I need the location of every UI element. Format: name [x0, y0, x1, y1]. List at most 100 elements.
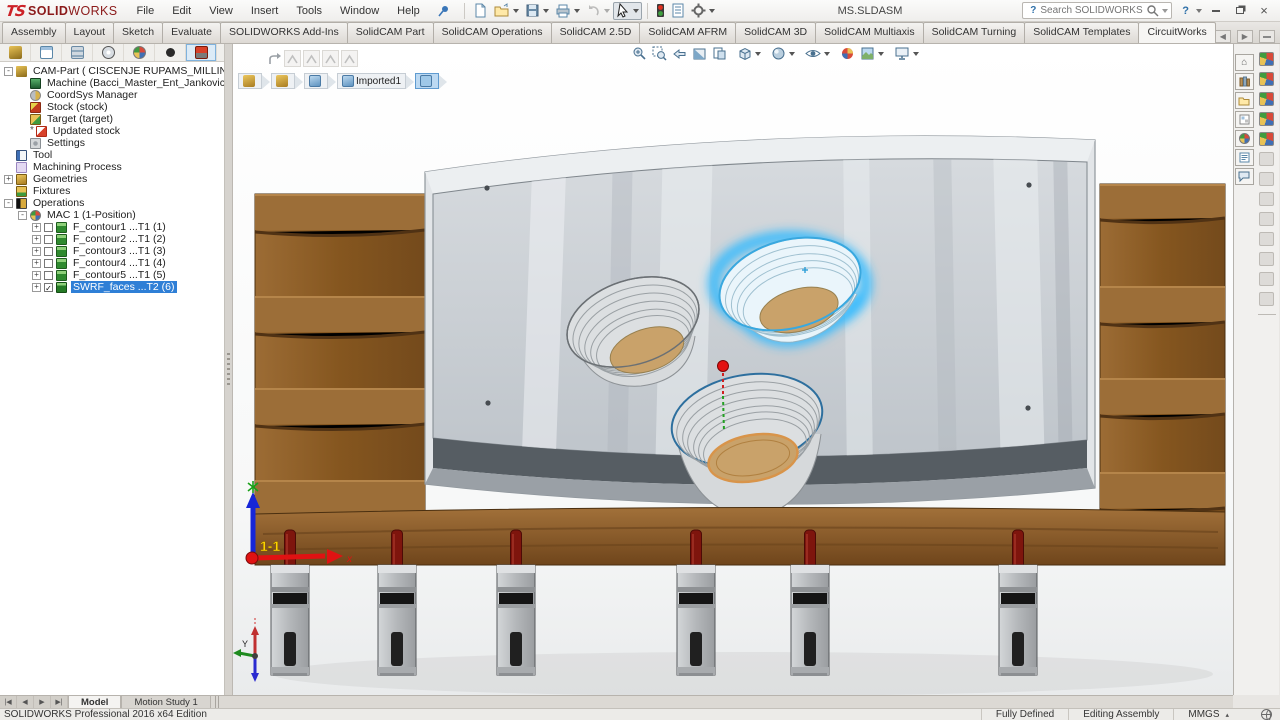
minimize-button[interactable] — [1206, 3, 1226, 19]
operation-checkbox[interactable] — [44, 223, 53, 232]
print-button[interactable] — [552, 2, 583, 20]
tree-item-geometries[interactable]: +Geometries — [0, 173, 224, 185]
expand-toggle-icon[interactable]: + — [32, 247, 41, 256]
menu-help[interactable]: Help — [388, 2, 429, 20]
close-button[interactable]: × — [1254, 3, 1274, 19]
save-button[interactable] — [522, 2, 552, 20]
restore-button[interactable] — [1230, 3, 1250, 19]
hide-show-items-button[interactable] — [803, 45, 832, 62]
doc-minimize-button[interactable] — [1259, 30, 1275, 43]
breadcrumb-item-2[interactable] — [271, 73, 295, 89]
globe-icon[interactable] — [1261, 709, 1272, 720]
open-document-button[interactable] — [491, 2, 522, 20]
report-button[interactable] — [668, 2, 688, 20]
tree-item-fixtures[interactable]: Fixtures — [0, 185, 224, 197]
pane-left-icon[interactable]: ◀ — [1215, 30, 1231, 43]
tab-configuration-manager[interactable] — [62, 44, 93, 61]
operation-checkbox[interactable] — [44, 259, 53, 268]
tree-item-machine-bacci-master-ent-jankovic[interactable]: Machine (Bacci_Master_Ent_Jankovic) — [0, 77, 224, 89]
expand-toggle-icon[interactable]: - — [4, 67, 13, 76]
solidcam-tool-icon[interactable] — [1259, 72, 1274, 86]
breadcrumb-item-5[interactable] — [415, 73, 439, 89]
forum-tab[interactable] — [1235, 168, 1254, 185]
menu-window[interactable]: Window — [331, 2, 388, 20]
search-box[interactable]: ? — [1022, 2, 1172, 19]
tree-item-coordsys-manager[interactable]: CoordSys Manager — [0, 89, 224, 101]
operation-checkbox[interactable] — [44, 247, 53, 256]
display-style-button[interactable] — [769, 45, 797, 62]
solidworks-resources-tab[interactable]: ⌂ — [1235, 54, 1254, 71]
tree-item-swrf-faces-t2-6[interactable]: +✓SWRF_faces ...T2 (6) — [0, 281, 224, 293]
ribbon-tab-solidcam-templates[interactable]: SolidCAM Templates — [1024, 22, 1139, 43]
zoom-area-button[interactable] — [650, 45, 669, 62]
expand-toggle-icon[interactable]: + — [32, 259, 41, 268]
select-tool-button[interactable] — [613, 2, 642, 20]
expand-toggle-icon[interactable]: + — [32, 271, 41, 280]
ribbon-tab-solidcam-turning[interactable]: SolidCAM Turning — [923, 22, 1026, 43]
ribbon-tab-solidcam-2-5d[interactable]: SolidCAM 2.5D — [551, 22, 641, 43]
menu-file[interactable]: File — [127, 2, 163, 20]
apply-scene-button[interactable] — [858, 45, 886, 62]
help-button[interactable]: ? — [1182, 5, 1189, 17]
tree-item-mac-1-1-position[interactable]: -MAC 1 (1-Position) — [0, 209, 224, 221]
zoom-fit-button[interactable] — [630, 45, 649, 62]
model-tab-model[interactable]: Model — [68, 696, 121, 708]
nav-first-button[interactable]: |◀ — [0, 696, 17, 708]
edit-appearance-button[interactable] — [838, 45, 857, 62]
ribbon-tab-solidcam-multiaxis[interactable]: SolidCAM Multiaxis — [815, 22, 923, 43]
undo-button[interactable] — [583, 2, 613, 20]
nav-last-button[interactable]: ▶| — [51, 696, 68, 708]
ribbon-tab-assembly[interactable]: Assembly — [2, 22, 66, 43]
file-explorer-tab[interactable] — [1235, 92, 1254, 109]
ribbon-tab-solidcam-operations[interactable]: SolidCAM Operations — [433, 22, 552, 43]
tree-item-f-contour1-t1-1[interactable]: +F_contour1 ...T1 (1) — [0, 221, 224, 233]
tree-item-stock-stock[interactable]: Stock (stock) — [0, 101, 224, 113]
tree-item-f-contour3-t1-3[interactable]: +F_contour3 ...T1 (3) — [0, 245, 224, 257]
ribbon-tab-layout[interactable]: Layout — [65, 22, 115, 43]
ribbon-tab-solidworks-add-ins[interactable]: SOLIDWORKS Add-Ins — [220, 22, 348, 43]
tab-solidcam-manager[interactable] — [186, 44, 217, 61]
operation-checkbox[interactable] — [44, 271, 53, 280]
operation-checkbox[interactable]: ✓ — [44, 283, 53, 292]
ribbon-tab-circuitworks[interactable]: CircuitWorks — [1138, 22, 1215, 43]
disabled-tool-button-4[interactable] — [341, 50, 358, 67]
menu-edit[interactable]: Edit — [163, 2, 200, 20]
panel-splitter[interactable] — [225, 44, 233, 695]
disabled-tool-button-2[interactable] — [303, 50, 320, 67]
breadcrumb-item-1[interactable] — [238, 73, 262, 89]
expand-toggle-icon[interactable]: + — [32, 283, 41, 292]
menu-insert[interactable]: Insert — [242, 2, 288, 20]
search-icon[interactable] — [1146, 4, 1159, 17]
operation-checkbox[interactable] — [44, 235, 53, 244]
previous-view-button[interactable] — [670, 45, 689, 62]
disabled-tool-button-3[interactable] — [322, 50, 339, 67]
model-tab-motion-study-1[interactable]: Motion Study 1 — [121, 696, 210, 708]
ribbon-tab-sketch[interactable]: Sketch — [113, 22, 163, 43]
tab-ceg[interactable] — [155, 44, 186, 61]
options-button[interactable] — [688, 2, 718, 20]
ribbon-tab-solidcam-afrm[interactable]: SolidCAM AFRM — [639, 22, 736, 43]
tree-item-updated-stock[interactable]: *Updated stock — [0, 125, 224, 137]
search-input[interactable] — [1040, 5, 1146, 16]
expand-toggle-icon[interactable]: - — [4, 199, 13, 208]
disabled-tool-button-1[interactable] — [284, 50, 301, 67]
interference-stoplight-button[interactable] — [653, 2, 668, 20]
expand-toggle-icon[interactable]: - — [18, 211, 27, 220]
design-library-tab[interactable] — [1235, 73, 1254, 90]
tree-item-settings[interactable]: Settings — [0, 137, 224, 149]
tree-item-cam-part-ciscenje-rupams-milling-1[interactable]: -CAM-Part ( CISCENJE RUPAMS_MILLING_1) — [0, 65, 224, 77]
tab-display-manager[interactable] — [124, 44, 155, 61]
graphics-viewport[interactable]: 1-1 x Y — [233, 44, 1233, 695]
expand-toggle-icon[interactable]: + — [32, 223, 41, 232]
menu-view[interactable]: View — [200, 2, 242, 20]
tab-feature-manager[interactable] — [0, 44, 31, 61]
nav-prev-button[interactable]: ◀ — [17, 696, 34, 708]
section-view-button[interactable] — [690, 45, 709, 62]
solidcam-tool-icon[interactable] — [1259, 92, 1274, 106]
ribbon-tab-solidcam-part[interactable]: SolidCAM Part — [347, 22, 434, 43]
breadcrumb-item-imported1[interactable]: Imported1 — [337, 73, 406, 89]
breadcrumb-item-3[interactable] — [304, 73, 328, 89]
status-mmgs[interactable]: MMGS▴ — [1173, 709, 1243, 720]
new-document-button[interactable] — [470, 2, 491, 20]
tree-item-f-contour5-t1-5[interactable]: +F_contour5 ...T1 (5) — [0, 269, 224, 281]
